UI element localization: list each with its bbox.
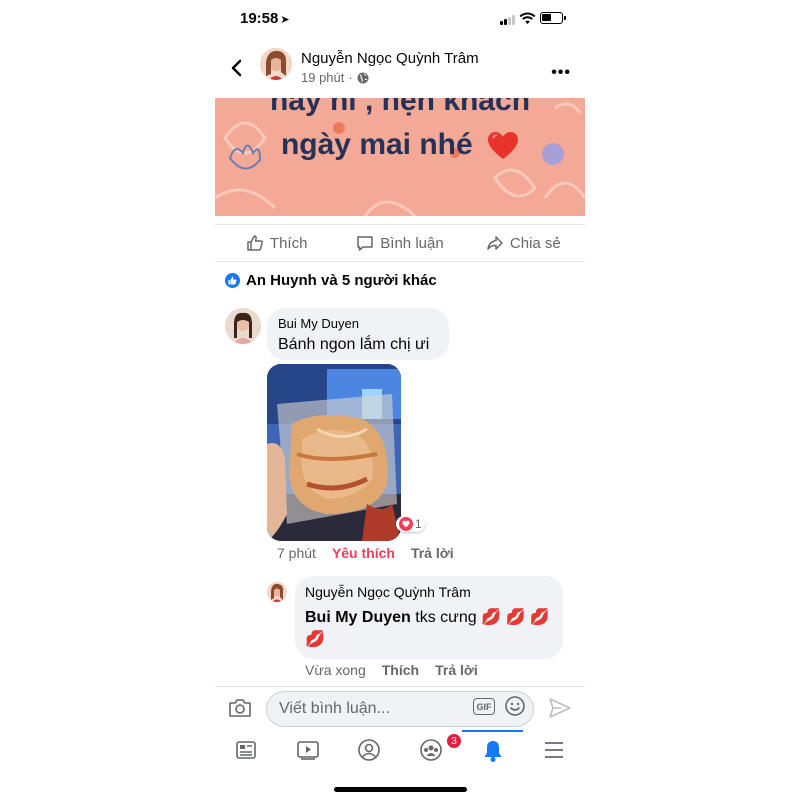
- status-time-text: 19:58: [240, 10, 279, 27]
- battery-icon: [540, 12, 566, 24]
- comment-label: Bình luận: [380, 234, 444, 252]
- meta-dot: ·: [348, 70, 353, 85]
- post-author[interactable]: Nguyễn Ngọc Quỳnh Trâm: [301, 50, 479, 67]
- like-icon: [247, 235, 263, 251]
- reply-bubble: Nguyễn Ngọc Quỳnh Trâm Bui My Duyen tks …: [295, 576, 563, 659]
- reactions-summary[interactable]: An Huynh và 5 người khác: [225, 272, 437, 289]
- watch-icon: [296, 741, 319, 760]
- post-meta: 19 phút ·: [301, 70, 369, 85]
- reply-time: Vừa xong: [305, 662, 366, 678]
- status-time: 19:58 ➤: [240, 10, 290, 27]
- post-header: Nguyễn Ngọc Quỳnh Trâm 19 phút · •••: [215, 40, 585, 98]
- home-indicator: [334, 787, 467, 792]
- share-button[interactable]: Chia sẻ: [462, 225, 585, 261]
- profile-icon: [358, 739, 380, 761]
- reply-actions: Vừa xong Thích Trả lời: [305, 662, 478, 678]
- camera-icon[interactable]: [228, 697, 252, 719]
- banner-line2-wrap: ngày mai nhé: [215, 128, 585, 162]
- signal-icon: [500, 14, 515, 25]
- groups-badge: 3: [446, 733, 463, 749]
- share-icon: [487, 236, 503, 250]
- author-avatar[interactable]: [260, 48, 292, 80]
- reply-like-button[interactable]: Thích: [382, 662, 419, 678]
- tab-notifications[interactable]: [461, 730, 524, 770]
- reply-reply-button[interactable]: Trả lời: [435, 662, 478, 678]
- comment-author[interactable]: Bui My Duyen: [278, 316, 438, 331]
- like-badge-icon: [225, 273, 240, 288]
- tab-groups[interactable]: 3: [400, 730, 463, 770]
- reply-text-wrap: Bui My Duyen tks cưng 💋 💋 💋 💋: [305, 607, 553, 651]
- reply-mention[interactable]: Bui My Duyen: [305, 609, 411, 626]
- status-bar: 19:58 ➤: [215, 0, 585, 40]
- emoji-icon[interactable]: [504, 695, 526, 717]
- like-button[interactable]: Thích: [215, 225, 338, 261]
- post-banner: nay hi , hẹn khách ngày mai nhé: [215, 98, 585, 216]
- tab-menu[interactable]: [523, 730, 585, 770]
- banner-line2: ngày mai nhé: [280, 128, 473, 161]
- reply-avatar[interactable]: [267, 582, 287, 602]
- reactions-summary-text: An Huynh và 5 người khác: [246, 272, 437, 289]
- banner-line1: nay hi , hẹn khách: [269, 98, 531, 117]
- tab-watch[interactable]: [277, 730, 339, 770]
- tab-profile[interactable]: [338, 730, 400, 770]
- groups-icon: [420, 739, 442, 761]
- news-feed-icon: [236, 741, 256, 759]
- comment-text: Bánh ngon lắm chị ưi: [278, 336, 430, 353]
- like-label: Thích: [269, 234, 308, 252]
- menu-icon: [545, 742, 564, 758]
- gif-icon[interactable]: GIF: [473, 698, 495, 715]
- notifications-icon: [484, 741, 502, 762]
- comment-button[interactable]: Bình luận: [338, 225, 461, 261]
- comment-actions: 7 phút Yêu thích Trả lời: [277, 545, 454, 561]
- send-icon[interactable]: [548, 697, 572, 719]
- comment-bubble: Bui My Duyen Bánh ngon lắm chị ưi: [267, 308, 449, 360]
- wifi-icon: [519, 12, 536, 24]
- comment-input-placeholder: Viết bình luận...: [279, 700, 390, 717]
- love-reaction-icon: [399, 517, 413, 531]
- comment-reaction[interactable]: 1: [396, 516, 425, 532]
- location-arrow-icon: ➤: [280, 14, 290, 26]
- share-label: Chia sẻ: [509, 234, 561, 252]
- comment-icon: [357, 236, 374, 251]
- globe-icon: [357, 72, 369, 83]
- tab-bar: 3: [215, 730, 585, 770]
- reaction-count: 1: [415, 517, 422, 531]
- comment-reply-button[interactable]: Trả lời: [411, 545, 454, 561]
- comment-time: 7 phút: [277, 545, 316, 561]
- reply-author[interactable]: Nguyễn Ngọc Quỳnh Trâm: [305, 584, 553, 600]
- phone-screen: 19:58 ➤ Nguyễn Ngọc Quỳnh Trâm 19 phút ·…: [215, 0, 585, 800]
- comment-composer: Viết bình luận... GIF: [215, 686, 585, 730]
- tab-news-feed[interactable]: [215, 730, 277, 770]
- post-time: 19 phút: [301, 70, 345, 85]
- post-actions: Thích Bình luận Chia sẻ: [215, 224, 585, 262]
- heart-icon: [488, 132, 519, 160]
- commenter-avatar[interactable]: [225, 308, 261, 344]
- more-icon[interactable]: •••: [551, 64, 571, 82]
- comment-love-button[interactable]: Yêu thích: [332, 545, 395, 561]
- comment-photo[interactable]: [267, 364, 401, 541]
- back-icon[interactable]: [227, 56, 247, 80]
